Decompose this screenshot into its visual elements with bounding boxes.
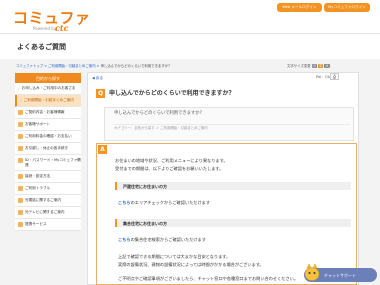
answer-contact-note: ご不明点やご確認事項がございましたら、チャット窓口や各種窓口までお問い合わせくだ… [118, 276, 299, 281]
web-mail-login-button[interactable]: Web メールログイン [277, 3, 322, 12]
sidebar-item-applying[interactable]: › お申し込み・ご利用中のお客さま [15, 83, 81, 95]
sidebar: 目的から探す › お申し込み・ご利用中のお客さま › ご利用開始・引越まとめご案内 … [15, 73, 81, 231]
question-category: カテゴリー：目的から探す ＞ ご利用開始・引越まとめご案内 [114, 124, 350, 131]
sidebar-item-phone[interactable]: 光電話に関するご案内 [15, 195, 81, 207]
mascot-icon [304, 263, 320, 281]
logo-sub: Powered by [33, 26, 57, 31]
sidebar-item-label: お申し込み・ご利用中のお客さま [21, 86, 76, 91]
section-apartment: 集合住宅にお住まいの方 [115, 219, 351, 227]
plug-icon [18, 174, 23, 179]
sidebar-item-label: お客様サポート [25, 122, 51, 127]
answer-note-line-1: 上記で確認できる期間については大まかな目安となります。 [118, 254, 231, 259]
breadcrumb: コミュファトップ > ご利用開始・引越まとめご案内 > 申し込んでからどのくらい… [16, 64, 172, 68]
font-size-small-button[interactable]: 小 [311, 64, 318, 69]
area-check-link[interactable]: こちら [118, 200, 131, 205]
support-icon [18, 122, 23, 127]
sidebar-item-moving[interactable]: お引越し・休止の各手続き [15, 143, 81, 155]
warning-icon [18, 186, 23, 191]
question-text: 申し込んでからどのくらいで利用できますか？ [114, 111, 204, 116]
sidebar-item-label: ご利用料金の確認・お支払い [25, 134, 72, 139]
sidebar-item-partner[interactable]: 提携サービス [15, 219, 81, 231]
logo-text: コミュファ [13, 9, 91, 27]
sidebar-item-label: ご利用開始・引越まとめご案内 [23, 98, 74, 103]
section-2-description: の集合住宅検索からご確認いただけます [130, 237, 206, 242]
sidebar-item-label: ID・パスワード・Myコミュファ関連 [25, 158, 81, 167]
sidebar-item-support[interactable]: お客様サポート [15, 119, 81, 131]
sidebar-item-connection[interactable]: 接続・設定方法 [15, 171, 81, 183]
sidebar-header: 目的から探す [15, 73, 81, 83]
answer-line-2: 受付までの期間は、以下よりご確認をお願いいたします。 [115, 166, 224, 171]
page-title: よくあるご質問 [17, 43, 66, 51]
chat-support-label: チャットサポート [324, 272, 356, 278]
breadcrumb-link-category[interactable]: ご利用開始・引越まとめご案内 [48, 64, 95, 68]
sidebar-item-label: 光電話に関するご案内 [25, 198, 61, 203]
sidebar-item-label: お引越し・休止の各手続き [25, 146, 69, 151]
logo-brand: ctc [55, 23, 69, 33]
key-icon [18, 158, 23, 163]
sidebar-item-trouble[interactable]: ご利用トラブル [15, 183, 81, 195]
sidebar-item-label: 接続・設定方法 [25, 174, 51, 179]
sidebar-item-label: 提携サービス [25, 222, 47, 227]
phone-icon [18, 198, 23, 203]
sidebar-item-tv[interactable]: 光テレビに関するご案内 [15, 207, 81, 219]
section-1-description: のエリアチェックからご確認いただけます [130, 200, 211, 205]
my-commufa-login-button[interactable]: Myコミュファログイン [324, 3, 370, 12]
answer-section-2-text: こちらの集合住宅検索からご確認いただけます [118, 237, 206, 242]
tv-icon [18, 210, 23, 215]
sidebar-item-label: ご契約内容・お客様情報 [25, 110, 65, 115]
font-size-label: 文字サイズ変更 [287, 64, 311, 68]
back-link[interactable]: ◀ 戻る [92, 76, 103, 80]
sidebar-item-start-moving[interactable]: › ご利用開始・引越まとめご案内 [15, 95, 81, 107]
question-title: 申し込んでからどのくらいで利用できますか？ [109, 90, 235, 97]
section-detached-house: 戸建住宅にお住まいの方 [115, 182, 351, 190]
handshake-icon [18, 222, 23, 227]
chevron-right-icon: › [18, 86, 20, 91]
yen-icon [18, 134, 23, 139]
answer-line-1: お住まいの地域や状況、ご利用メニューにより異なります。 [115, 158, 228, 163]
breadcrumb-link-home[interactable]: コミュファトップ [16, 64, 43, 68]
sidebar-item-id-password[interactable]: ID・パスワード・Myコミュファ関連 [15, 155, 81, 171]
chevron-right-icon: › [20, 98, 22, 103]
font-size-control: 文字サイズ変更 小 中 大 [287, 64, 330, 69]
sidebar-item-contract[interactable]: ご契約内容・お客様情報 [15, 107, 81, 119]
answer-section-1-text: こちらのエリアチェックからご確認いただけます [118, 200, 210, 205]
question-badge: Q [96, 89, 105, 98]
sidebar-item-label: ご利用トラブル [25, 186, 51, 191]
back-label: 戻る [95, 76, 104, 80]
breadcrumb-current: 申し込んでからどのくらいで利用できますか？ [100, 64, 172, 68]
font-size-medium-button[interactable]: 中 [318, 64, 324, 69]
sidebar-item-billing[interactable]: ご利用料金の確認・お支払い [15, 131, 81, 143]
answer-badge: A [98, 145, 107, 154]
sidebar-item-label: 光テレビに関するご案内 [25, 210, 65, 215]
commufa-logo[interactable]: コミュファ Powered by ctc [13, 9, 91, 34]
header-divider [0, 33, 380, 34]
house-icon [18, 146, 23, 151]
answer-note-line-2: 実際の設備状況、建物の設備状況によっては時間がかかる場合がございます。 [118, 262, 264, 267]
apartment-search-link[interactable]: こちら [118, 237, 131, 242]
font-size-large-button[interactable]: 大 [324, 64, 330, 69]
printer-icon[interactable]: ⎙ [330, 73, 339, 80]
document-icon [18, 110, 23, 115]
